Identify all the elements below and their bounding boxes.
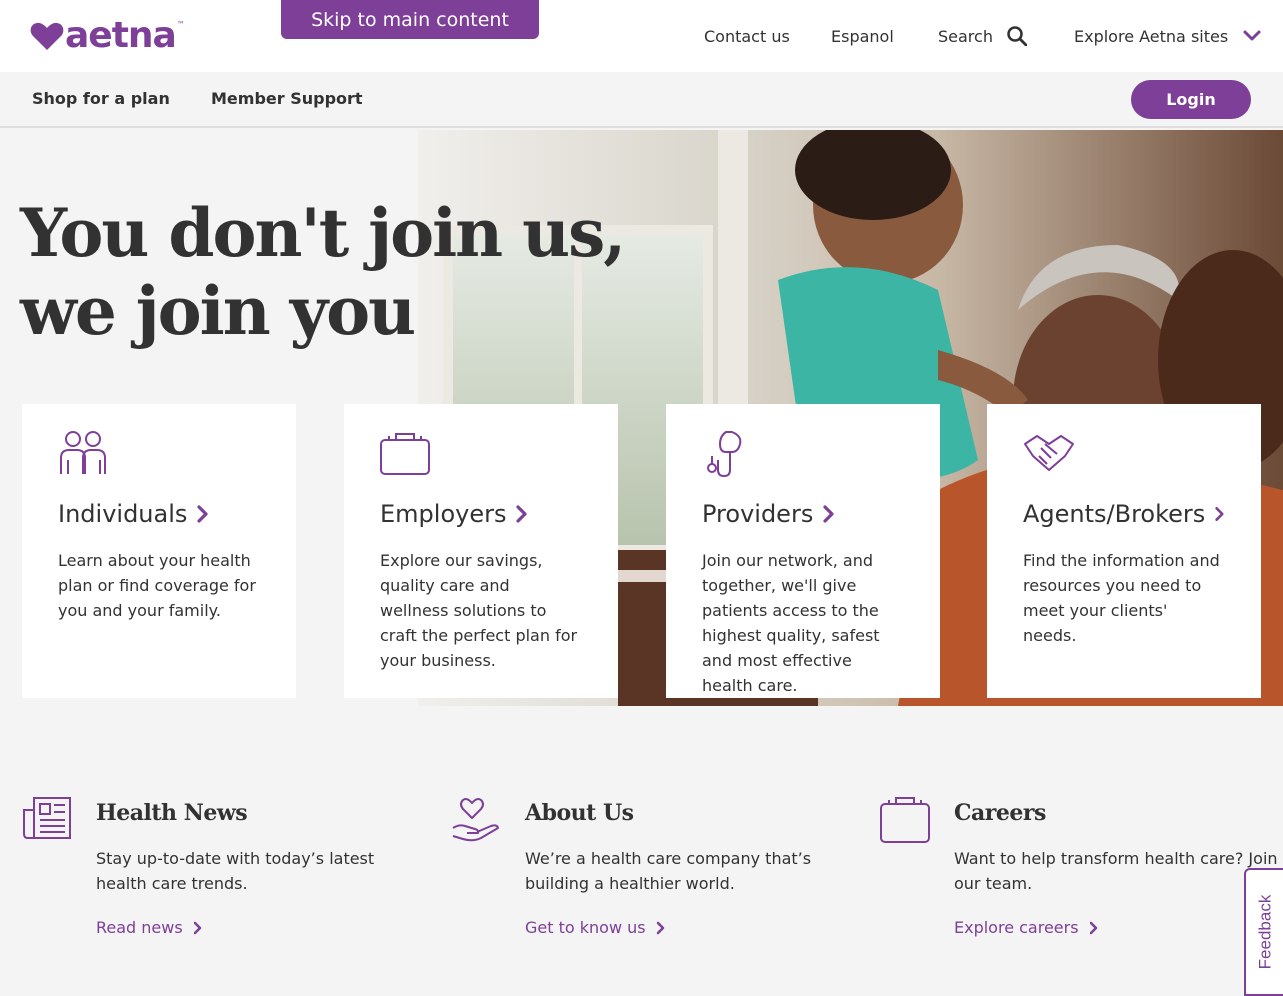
providers-card[interactable]: Providers Join our network, and together… [666,404,940,698]
read-news-link[interactable]: Read news [96,918,203,937]
aetna-logo[interactable]: aetna ™ [30,16,185,56]
link-label: Explore careers [954,918,1079,937]
heart-logo-icon [30,22,64,50]
espanol-link[interactable]: Espanol [831,22,894,50]
card-title: Individuals [58,500,188,528]
chevron-right-icon [197,505,208,523]
section-description: We’re a health care company that’s build… [525,849,812,893]
top-header: aetna ™ Skip to main content Contact us … [0,0,1283,72]
member-support-link[interactable]: Member Support [211,89,363,108]
get-to-know-us-link[interactable]: Get to know us [525,918,666,937]
chevron-down-icon [1242,29,1262,43]
card-title: Employers [380,500,507,528]
section-title: Health News [96,800,248,826]
briefcase-icon [380,433,430,475]
skip-to-main-link[interactable]: Skip to main content [281,0,539,39]
chevron-right-icon [656,921,664,934]
card-title-row: Agents/Brokers [1023,500,1225,528]
search-icon [1007,26,1027,46]
login-button[interactable]: Login [1131,80,1251,119]
individuals-card[interactable]: Individuals Learn about your health plan… [22,404,296,698]
card-description: Explore our savings, quality care and we… [380,551,578,670]
section-title: About Us [525,800,634,826]
card-title-row: Employers [380,500,582,528]
logo-trademark: ™ [176,20,185,29]
search-button[interactable]: Search [938,22,1027,50]
link-label: Get to know us [525,918,646,937]
section-description: Stay up-to-date with today’s latest heal… [96,849,375,893]
section-title: Careers [954,800,1046,826]
shop-for-a-plan-link[interactable]: Shop for a plan [32,89,170,108]
people-icon [60,431,106,474]
newspaper-icon [23,797,71,839]
chevron-right-icon [1089,921,1097,934]
chevron-right-icon [823,505,834,523]
section-description: Want to help transform health care? Join… [954,849,1278,893]
chevron-right-icon [516,505,528,523]
heart-hand-icon [452,798,499,842]
card-title-row: Individuals [58,500,260,528]
card-title-row: Providers [702,500,904,528]
chevron-right-icon [193,921,201,934]
agents-brokers-card[interactable]: Agents/Brokers Find the information and … [987,404,1261,698]
contact-us-link[interactable]: Contact us [704,22,790,50]
secondary-nav: Shop for a plan Member Support Login [0,72,1283,128]
stethoscope-icon [707,431,742,478]
about-us-section: About Us We’re a health care company tha… [451,796,851,956]
briefcase-icon [880,797,930,843]
chevron-right-icon [1215,507,1224,521]
explore-label: Explore Aetna sites [1074,26,1229,46]
feedback-label: Feedback [1255,894,1275,970]
health-news-section: Health News Stay up-to-date with today’s… [22,796,422,956]
card-description: Join our network, and together, we'll gi… [702,551,880,695]
hero-title: You don't join us, we join you [20,194,626,350]
employers-card[interactable]: Employers Explore our savings, quality c… [344,404,618,698]
card-title: Agents/Brokers [1023,500,1206,528]
feedback-tab[interactable]: Feedback [1244,868,1283,996]
handshake-icon [1024,435,1074,471]
logo-wordmark: aetna [65,15,177,56]
card-description: Learn about your health plan or find cov… [58,551,256,620]
explore-careers-link[interactable]: Explore careers [954,918,1099,937]
card-title: Providers [702,500,814,528]
explore-aetna-sites-dropdown[interactable]: Explore Aetna sites [1074,22,1262,50]
link-label: Read news [96,918,183,937]
card-description: Find the information and resources you n… [1023,551,1220,645]
search-label: Search [938,26,993,46]
careers-section: Careers Want to help transform health ca… [880,796,1280,956]
